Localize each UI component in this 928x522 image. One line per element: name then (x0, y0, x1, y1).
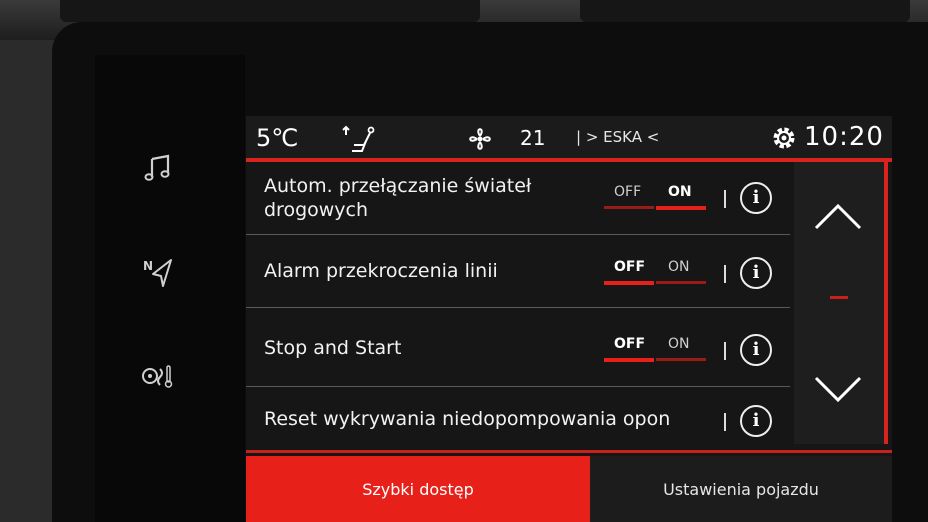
music-note-icon-svg (144, 154, 170, 181)
fan-icon[interactable] (466, 125, 494, 153)
toggle-track-off-active (604, 358, 654, 362)
bottom-tabs: Szybki dostęp Ustawienia pojazdu (246, 456, 892, 522)
setting-label: Autom. przełączanie świateł drogowych (264, 174, 531, 222)
navigation-icon[interactable]: N (140, 255, 176, 291)
separator (724, 413, 726, 431)
setting-label: Stop and Start (264, 337, 402, 359)
climate-icon[interactable] (140, 358, 176, 394)
auto-high-beam-toggle[interactable]: OFF ON (604, 184, 712, 212)
info-button[interactable]: i (740, 334, 772, 366)
air-vent-right (580, 0, 910, 22)
toggle-off-label[interactable]: OFF (614, 259, 645, 275)
setting-label: Alarm przekroczenia linii (264, 260, 498, 282)
svg-text:N: N (143, 259, 153, 273)
toggle-on-label[interactable]: ON (668, 184, 692, 200)
seat-airflow-icon[interactable] (340, 125, 376, 153)
separator (724, 265, 726, 283)
scroll-up-icon[interactable] (810, 198, 866, 238)
setting-label-line1: Autom. przełączanie świateł (264, 175, 532, 197)
infotainment-screen: 5℃ 21 | > ESKA < 10:20 Autom. przełączan… (246, 116, 892, 522)
toggle-on-label[interactable]: ON (668, 259, 690, 275)
setting-row-auto-high-beam: Autom. przełączanie świateł drogowych OF… (246, 162, 790, 235)
settings-list: Autom. przełączanie świateł drogowych OF… (246, 162, 790, 452)
setting-row-lane-departure: Alarm przekroczenia linii OFF ON i (246, 235, 790, 308)
lane-departure-toggle[interactable]: OFF ON (604, 259, 712, 287)
setting-row-tyre-pressure-reset[interactable]: Reset wykrywania niedopompowania opon i (246, 387, 790, 451)
tabs-divider (246, 450, 892, 453)
toggle-on-label[interactable]: ON (668, 336, 690, 352)
fan-level: 21 (520, 126, 546, 150)
info-button[interactable]: i (740, 405, 772, 437)
radio-station[interactable]: | > ESKA < (576, 128, 659, 146)
toggle-track-on (656, 281, 706, 284)
setting-label: Reset wykrywania niedopompowania opon (264, 408, 671, 430)
panel-edge-accent (884, 162, 888, 444)
clock: 10:20 (804, 122, 884, 152)
toggle-track-off (604, 206, 654, 209)
setting-label-line2: drogowych (264, 199, 369, 221)
tab-quick-access[interactable]: Szybki dostęp (246, 456, 590, 522)
info-button[interactable]: i (740, 182, 772, 214)
gear-icon[interactable] (770, 124, 798, 152)
toggle-track-on-active (656, 206, 706, 210)
scroll-panel (794, 162, 884, 444)
scroll-indicator (830, 296, 848, 299)
music-note-icon[interactable] (140, 150, 176, 186)
toggle-off-label[interactable]: OFF (614, 336, 645, 352)
status-bar: 5℃ 21 | > ESKA < 10:20 (246, 116, 892, 158)
separator (724, 342, 726, 360)
scroll-down-icon[interactable] (810, 368, 866, 408)
outside-temperature: 5℃ (256, 124, 299, 152)
toggle-track-on (656, 358, 706, 361)
tab-vehicle-settings[interactable]: Ustawienia pojazdu (590, 456, 892, 522)
info-button[interactable]: i (740, 257, 772, 289)
climate-icon-svg (142, 365, 173, 388)
setting-row-stop-start: Stop and Start OFF ON i (246, 308, 790, 387)
separator (724, 190, 726, 208)
stop-start-toggle[interactable]: OFF ON (604, 336, 712, 364)
navigation-icon-svg: N (143, 259, 172, 287)
air-vent-left (60, 0, 480, 22)
toggle-off-label[interactable]: OFF (614, 184, 641, 200)
toggle-track-off-active (604, 281, 654, 285)
